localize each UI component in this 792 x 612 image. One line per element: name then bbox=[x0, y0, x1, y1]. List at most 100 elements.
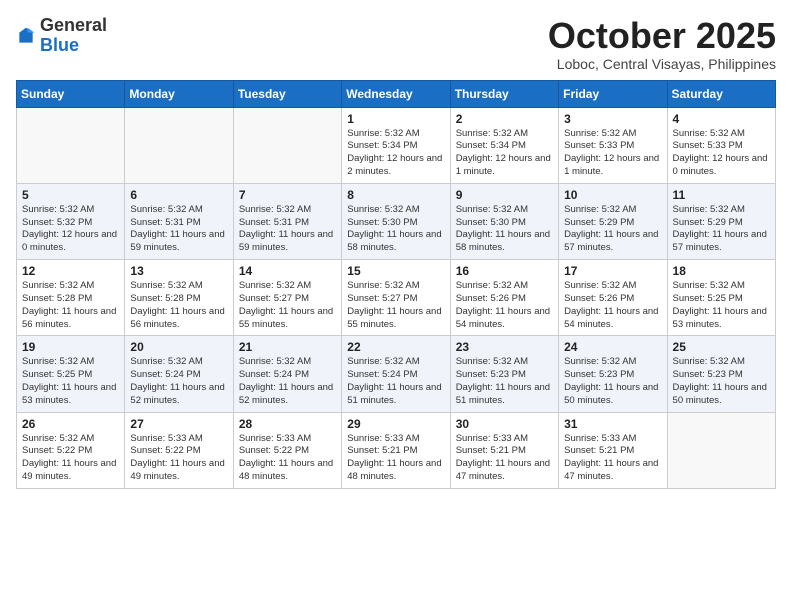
cell-info: Sunrise: 5:32 AM Sunset: 5:27 PM Dayligh… bbox=[347, 280, 444, 331]
day-header-friday: Friday bbox=[559, 80, 667, 107]
calendar-header-row: SundayMondayTuesdayWednesdayThursdayFrid… bbox=[17, 80, 776, 107]
date-number: 31 bbox=[564, 417, 661, 431]
day-header-tuesday: Tuesday bbox=[233, 80, 341, 107]
calendar-cell: 22 Sunrise: 5:32 AM Sunset: 5:24 PM Dayli… bbox=[342, 336, 450, 412]
cell-info: Sunrise: 5:32 AM Sunset: 5:22 PM Dayligh… bbox=[22, 433, 119, 484]
date-number: 19 bbox=[22, 340, 119, 354]
calendar-cell: 11Sunrise: 5:32 AM Sunset: 5:29 PM Dayli… bbox=[667, 183, 775, 259]
cell-info: Sunrise: 5:32 AM Sunset: 5:25 PM Dayligh… bbox=[22, 356, 119, 407]
date-number: 25 bbox=[673, 340, 770, 354]
cell-info: Sunrise: 5:32 AM Sunset: 5:24 PM Dayligh… bbox=[347, 356, 444, 407]
cell-info: Sunrise: 5:32 AM Sunset: 5:31 PM Dayligh… bbox=[239, 204, 336, 255]
calendar-cell: 31Sunrise: 5:33 AM Sunset: 5:21 PM Dayli… bbox=[559, 412, 667, 488]
calendar-cell: 15 Sunrise: 5:32 AM Sunset: 5:27 PM Dayli… bbox=[342, 260, 450, 336]
day-header-monday: Monday bbox=[125, 80, 233, 107]
calendar-week-1: 1 Sunrise: 5:32 AM Sunset: 5:34 PM Daylig… bbox=[17, 107, 776, 183]
date-number: 6 bbox=[130, 188, 227, 202]
cell-info: Sunrise: 5:32 AM Sunset: 5:28 PM Dayligh… bbox=[130, 280, 227, 331]
calendar-cell: 6 Sunrise: 5:32 AM Sunset: 5:31 PM Daylig… bbox=[125, 183, 233, 259]
calendar-cell: 16 Sunrise: 5:32 AM Sunset: 5:26 PM Dayli… bbox=[450, 260, 558, 336]
calendar-cell: 25 Sunrise: 5:32 AM Sunset: 5:23 PM Dayli… bbox=[667, 336, 775, 412]
date-number: 22 bbox=[347, 340, 444, 354]
date-number: 2 bbox=[456, 112, 553, 126]
day-header-wednesday: Wednesday bbox=[342, 80, 450, 107]
cell-info: Sunrise: 5:32 AM Sunset: 5:25 PM Dayligh… bbox=[673, 280, 770, 331]
date-number: 23 bbox=[456, 340, 553, 354]
date-number: 12 bbox=[22, 264, 119, 278]
cell-info: Sunrise: 5:32 AM Sunset: 5:32 PM Dayligh… bbox=[22, 204, 119, 255]
date-number: 14 bbox=[239, 264, 336, 278]
calendar-cell: 28Sunrise: 5:33 AM Sunset: 5:22 PM Dayli… bbox=[233, 412, 341, 488]
calendar-cell: 29 Sunrise: 5:33 AM Sunset: 5:21 PM Dayli… bbox=[342, 412, 450, 488]
cell-info: Sunrise: 5:32 AM Sunset: 5:23 PM Dayligh… bbox=[673, 356, 770, 407]
date-number: 27 bbox=[130, 417, 227, 431]
calendar-cell: 12 Sunrise: 5:32 AM Sunset: 5:28 PM Dayli… bbox=[17, 260, 125, 336]
date-number: 29 bbox=[347, 417, 444, 431]
logo-icon bbox=[16, 26, 36, 46]
calendar-cell: 8 Sunrise: 5:32 AM Sunset: 5:30 PM Daylig… bbox=[342, 183, 450, 259]
logo: General Blue bbox=[16, 16, 107, 56]
calendar-cell bbox=[17, 107, 125, 183]
cell-info: Sunrise: 5:32 AM Sunset: 5:27 PM Dayligh… bbox=[239, 280, 336, 331]
calendar-week-4: 19 Sunrise: 5:32 AM Sunset: 5:25 PM Dayli… bbox=[17, 336, 776, 412]
date-number: 30 bbox=[456, 417, 553, 431]
calendar-cell: 9 Sunrise: 5:32 AM Sunset: 5:30 PM Daylig… bbox=[450, 183, 558, 259]
date-number: 10 bbox=[564, 188, 661, 202]
date-number: 16 bbox=[456, 264, 553, 278]
day-header-sunday: Sunday bbox=[17, 80, 125, 107]
cell-info: Sunrise: 5:32 AM Sunset: 5:23 PM Dayligh… bbox=[564, 356, 661, 407]
calendar-week-2: 5 Sunrise: 5:32 AM Sunset: 5:32 PM Daylig… bbox=[17, 183, 776, 259]
calendar-cell: 17 Sunrise: 5:32 AM Sunset: 5:26 PM Dayli… bbox=[559, 260, 667, 336]
cell-info: Sunrise: 5:32 AM Sunset: 5:30 PM Dayligh… bbox=[347, 204, 444, 255]
cell-info: Sunrise: 5:32 AM Sunset: 5:29 PM Dayligh… bbox=[673, 204, 770, 255]
day-header-thursday: Thursday bbox=[450, 80, 558, 107]
cell-info: Sunrise: 5:32 AM Sunset: 5:26 PM Dayligh… bbox=[456, 280, 553, 331]
calendar-cell: 7 Sunrise: 5:32 AM Sunset: 5:31 PM Daylig… bbox=[233, 183, 341, 259]
date-number: 8 bbox=[347, 188, 444, 202]
cell-info: Sunrise: 5:32 AM Sunset: 5:33 PM Dayligh… bbox=[564, 128, 661, 179]
calendar-cell: 14 Sunrise: 5:32 AM Sunset: 5:27 PM Dayli… bbox=[233, 260, 341, 336]
date-number: 1 bbox=[347, 112, 444, 126]
calendar-cell: 19 Sunrise: 5:32 AM Sunset: 5:25 PM Dayli… bbox=[17, 336, 125, 412]
location-title: Loboc, Central Visayas, Philippines bbox=[548, 56, 776, 72]
calendar-cell: 5 Sunrise: 5:32 AM Sunset: 5:32 PM Daylig… bbox=[17, 183, 125, 259]
calendar-cell bbox=[125, 107, 233, 183]
calendar-week-3: 12 Sunrise: 5:32 AM Sunset: 5:28 PM Dayli… bbox=[17, 260, 776, 336]
calendar-cell: 23Sunrise: 5:32 AM Sunset: 5:23 PM Dayli… bbox=[450, 336, 558, 412]
calendar-cell: 26Sunrise: 5:32 AM Sunset: 5:22 PM Dayli… bbox=[17, 412, 125, 488]
calendar-cell: 20Sunrise: 5:32 AM Sunset: 5:24 PM Dayli… bbox=[125, 336, 233, 412]
calendar-cell: 2 Sunrise: 5:32 AM Sunset: 5:34 PM Daylig… bbox=[450, 107, 558, 183]
cell-info: Sunrise: 5:32 AM Sunset: 5:24 PM Dayligh… bbox=[130, 356, 227, 407]
calendar-cell: 13 Sunrise: 5:32 AM Sunset: 5:28 PM Dayli… bbox=[125, 260, 233, 336]
calendar-cell: 24Sunrise: 5:32 AM Sunset: 5:23 PM Dayli… bbox=[559, 336, 667, 412]
cell-info: Sunrise: 5:32 AM Sunset: 5:29 PM Dayligh… bbox=[564, 204, 661, 255]
date-number: 7 bbox=[239, 188, 336, 202]
calendar-cell bbox=[667, 412, 775, 488]
date-number: 4 bbox=[673, 112, 770, 126]
date-number: 21 bbox=[239, 340, 336, 354]
page-header: General Blue October 2025 Loboc, Central… bbox=[16, 16, 776, 72]
cell-info: Sunrise: 5:33 AM Sunset: 5:21 PM Dayligh… bbox=[347, 433, 444, 484]
cell-info: Sunrise: 5:33 AM Sunset: 5:22 PM Dayligh… bbox=[130, 433, 227, 484]
date-number: 13 bbox=[130, 264, 227, 278]
cell-info: Sunrise: 5:32 AM Sunset: 5:26 PM Dayligh… bbox=[564, 280, 661, 331]
calendar-cell: 18Sunrise: 5:32 AM Sunset: 5:25 PM Dayli… bbox=[667, 260, 775, 336]
cell-info: Sunrise: 5:32 AM Sunset: 5:31 PM Dayligh… bbox=[130, 204, 227, 255]
cell-info: Sunrise: 5:32 AM Sunset: 5:30 PM Dayligh… bbox=[456, 204, 553, 255]
logo-blue-text: Blue bbox=[40, 35, 79, 55]
calendar-cell: 4 Sunrise: 5:32 AM Sunset: 5:33 PM Daylig… bbox=[667, 107, 775, 183]
cell-info: Sunrise: 5:32 AM Sunset: 5:34 PM Dayligh… bbox=[456, 128, 553, 179]
title-area: October 2025 Loboc, Central Visayas, Phi… bbox=[548, 16, 776, 72]
calendar-cell: 1 Sunrise: 5:32 AM Sunset: 5:34 PM Daylig… bbox=[342, 107, 450, 183]
calendar-cell: 21Sunrise: 5:32 AM Sunset: 5:24 PM Dayli… bbox=[233, 336, 341, 412]
date-number: 9 bbox=[456, 188, 553, 202]
date-number: 17 bbox=[564, 264, 661, 278]
date-number: 3 bbox=[564, 112, 661, 126]
cell-info: Sunrise: 5:32 AM Sunset: 5:34 PM Dayligh… bbox=[347, 128, 444, 179]
cell-info: Sunrise: 5:32 AM Sunset: 5:33 PM Dayligh… bbox=[673, 128, 770, 179]
calendar-table: SundayMondayTuesdayWednesdayThursdayFrid… bbox=[16, 80, 776, 489]
month-title: October 2025 bbox=[548, 16, 776, 56]
date-number: 5 bbox=[22, 188, 119, 202]
cell-info: Sunrise: 5:32 AM Sunset: 5:28 PM Dayligh… bbox=[22, 280, 119, 331]
date-number: 15 bbox=[347, 264, 444, 278]
